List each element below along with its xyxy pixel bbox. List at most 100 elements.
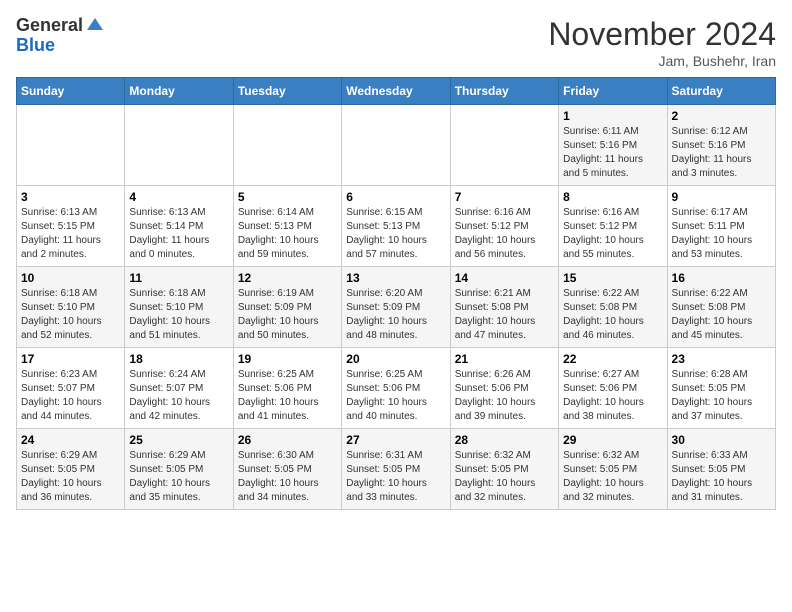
day-info: Sunrise: 6:21 AM Sunset: 5:08 PM Dayligh… (455, 287, 554, 343)
day-number: 22 (563, 352, 662, 366)
day-number: 26 (238, 433, 337, 447)
calendar-cell: 23Sunrise: 6:28 AM Sunset: 5:05 PM Dayli… (667, 348, 775, 429)
day-info: Sunrise: 6:29 AM Sunset: 5:05 PM Dayligh… (21, 449, 120, 505)
weekday-header-sunday: Sunday (17, 78, 125, 105)
calendar-cell: 16 Sunrise: 6:22 AM Sunset: 5:08 PM Dayli… (667, 267, 775, 348)
logo-icon (85, 16, 105, 36)
week-row-5: 24 Sunrise: 6:29 AM Sunset: 5:05 PM Dayli… (17, 429, 776, 510)
calendar-cell: 4 Sunrise: 6:13 AM Sunset: 5:14 PM Daylig… (125, 186, 233, 267)
calendar-cell: 26 Sunrise: 6:30 AM Sunset: 5:05 PM Dayli… (233, 429, 341, 510)
calendar-cell: 29Sunrise: 6:32 AM Sunset: 5:05 PM Dayli… (559, 429, 667, 510)
day-number: 27 (346, 433, 445, 447)
day-number: 16 (672, 271, 771, 285)
day-info: Sunrise: 6:33 AM Sunset: 5:05 PM Dayligh… (672, 449, 771, 505)
day-info: Sunrise: 6:11 AM Sunset: 5:16 PM Dayligh… (563, 125, 662, 181)
calendar-cell: 12 Sunrise: 6:19 AM Sunset: 5:09 PM Dayli… (233, 267, 341, 348)
week-row-1: 1Sunrise: 6:11 AM Sunset: 5:16 PM Daylig… (17, 105, 776, 186)
calendar-cell: 21 Sunrise: 6:26 AM Sunset: 5:06 PM Dayli… (450, 348, 558, 429)
day-info: Sunrise: 6:16 AM Sunset: 5:12 PM Dayligh… (563, 206, 662, 262)
day-info: Sunrise: 6:19 AM Sunset: 5:09 PM Dayligh… (238, 287, 337, 343)
location: Jam, Bushehr, Iran (548, 53, 776, 69)
day-info: Sunrise: 6:18 AM Sunset: 5:10 PM Dayligh… (21, 287, 120, 343)
calendar-cell: 11 Sunrise: 6:18 AM Sunset: 5:10 PM Dayli… (125, 267, 233, 348)
day-info: Sunrise: 6:29 AM Sunset: 5:05 PM Dayligh… (129, 449, 228, 505)
calendar-cell: 18 Sunrise: 6:24 AM Sunset: 5:07 PM Dayli… (125, 348, 233, 429)
day-number: 20 (346, 352, 445, 366)
calendar-cell: 25 Sunrise: 6:29 AM Sunset: 5:05 PM Dayli… (125, 429, 233, 510)
day-info: Sunrise: 6:22 AM Sunset: 5:08 PM Dayligh… (672, 287, 771, 343)
calendar-cell: 3Sunrise: 6:13 AM Sunset: 5:15 PM Daylig… (17, 186, 125, 267)
day-number: 30 (672, 433, 771, 447)
day-info: Sunrise: 6:22 AM Sunset: 5:08 PM Dayligh… (563, 287, 662, 343)
day-info: Sunrise: 6:24 AM Sunset: 5:07 PM Dayligh… (129, 368, 228, 424)
day-info: Sunrise: 6:20 AM Sunset: 5:09 PM Dayligh… (346, 287, 445, 343)
day-info: Sunrise: 6:13 AM Sunset: 5:14 PM Dayligh… (129, 206, 228, 262)
calendar-cell (342, 105, 450, 186)
calendar-cell: 20 Sunrise: 6:25 AM Sunset: 5:06 PM Dayli… (342, 348, 450, 429)
calendar-cell: 13 Sunrise: 6:20 AM Sunset: 5:09 PM Dayli… (342, 267, 450, 348)
calendar-cell: 15Sunrise: 6:22 AM Sunset: 5:08 PM Dayli… (559, 267, 667, 348)
day-info: Sunrise: 6:14 AM Sunset: 5:13 PM Dayligh… (238, 206, 337, 262)
week-row-4: 17Sunrise: 6:23 AM Sunset: 5:07 PM Dayli… (17, 348, 776, 429)
day-info: Sunrise: 6:13 AM Sunset: 5:15 PM Dayligh… (21, 206, 120, 262)
day-info: Sunrise: 6:32 AM Sunset: 5:05 PM Dayligh… (455, 449, 554, 505)
calendar-cell: 17Sunrise: 6:23 AM Sunset: 5:07 PM Dayli… (17, 348, 125, 429)
week-row-3: 10 Sunrise: 6:18 AM Sunset: 5:10 PM Dayli… (17, 267, 776, 348)
calendar-cell: 14 Sunrise: 6:21 AM Sunset: 5:08 PM Dayli… (450, 267, 558, 348)
weekday-header-wednesday: Wednesday (342, 78, 450, 105)
day-info: Sunrise: 6:15 AM Sunset: 5:13 PM Dayligh… (346, 206, 445, 262)
calendar-cell: 1Sunrise: 6:11 AM Sunset: 5:16 PM Daylig… (559, 105, 667, 186)
calendar-cell (450, 105, 558, 186)
day-info: Sunrise: 6:30 AM Sunset: 5:05 PM Dayligh… (238, 449, 337, 505)
day-number: 12 (238, 271, 337, 285)
calendar-cell: 19 Sunrise: 6:25 AM Sunset: 5:06 PM Dayli… (233, 348, 341, 429)
day-number: 18 (129, 352, 228, 366)
weekday-header-thursday: Thursday (450, 78, 558, 105)
day-number: 5 (238, 190, 337, 204)
calendar-cell: 5 Sunrise: 6:14 AM Sunset: 5:13 PM Daylig… (233, 186, 341, 267)
weekday-header-monday: Monday (125, 78, 233, 105)
page-header: General Blue November 2024 Jam, Bushehr,… (16, 16, 776, 69)
day-info: Sunrise: 6:31 AM Sunset: 5:05 PM Dayligh… (346, 449, 445, 505)
day-number: 9 (672, 190, 771, 204)
weekday-header-saturday: Saturday (667, 78, 775, 105)
logo-general: General (16, 16, 83, 36)
day-info: Sunrise: 6:32 AM Sunset: 5:05 PM Dayligh… (563, 449, 662, 505)
day-info: Sunrise: 6:12 AM Sunset: 5:16 PM Dayligh… (672, 125, 771, 181)
day-number: 25 (129, 433, 228, 447)
weekday-header-friday: Friday (559, 78, 667, 105)
day-number: 13 (346, 271, 445, 285)
day-info: Sunrise: 6:28 AM Sunset: 5:05 PM Dayligh… (672, 368, 771, 424)
day-number: 24 (21, 433, 120, 447)
day-number: 11 (129, 271, 228, 285)
calendar-cell: 7Sunrise: 6:16 AM Sunset: 5:12 PM Daylig… (450, 186, 558, 267)
day-number: 2 (672, 109, 771, 123)
day-info: Sunrise: 6:26 AM Sunset: 5:06 PM Dayligh… (455, 368, 554, 424)
day-number: 19 (238, 352, 337, 366)
day-info: Sunrise: 6:18 AM Sunset: 5:10 PM Dayligh… (129, 287, 228, 343)
day-number: 28 (455, 433, 554, 447)
calendar-table: SundayMondayTuesdayWednesdayThursdayFrid… (16, 77, 776, 510)
calendar-cell (17, 105, 125, 186)
day-number: 4 (129, 190, 228, 204)
day-number: 14 (455, 271, 554, 285)
day-number: 10 (21, 271, 120, 285)
day-info: Sunrise: 6:27 AM Sunset: 5:06 PM Dayligh… (563, 368, 662, 424)
weekday-header-tuesday: Tuesday (233, 78, 341, 105)
calendar-cell: 6 Sunrise: 6:15 AM Sunset: 5:13 PM Daylig… (342, 186, 450, 267)
day-info: Sunrise: 6:17 AM Sunset: 5:11 PM Dayligh… (672, 206, 771, 262)
logo-blue: Blue (16, 35, 55, 55)
day-number: 21 (455, 352, 554, 366)
calendar-cell: 24 Sunrise: 6:29 AM Sunset: 5:05 PM Dayli… (17, 429, 125, 510)
calendar-cell: 9 Sunrise: 6:17 AM Sunset: 5:11 PM Daylig… (667, 186, 775, 267)
calendar-cell: 22 Sunrise: 6:27 AM Sunset: 5:06 PM Dayli… (559, 348, 667, 429)
day-number: 6 (346, 190, 445, 204)
calendar-cell: 2 Sunrise: 6:12 AM Sunset: 5:16 PM Daylig… (667, 105, 775, 186)
day-info: Sunrise: 6:25 AM Sunset: 5:06 PM Dayligh… (346, 368, 445, 424)
day-number: 17 (21, 352, 120, 366)
calendar-cell (125, 105, 233, 186)
calendar-cell: 8Sunrise: 6:16 AM Sunset: 5:12 PM Daylig… (559, 186, 667, 267)
weekday-header-row: SundayMondayTuesdayWednesdayThursdayFrid… (17, 78, 776, 105)
calendar-cell: 30 Sunrise: 6:33 AM Sunset: 5:05 PM Dayli… (667, 429, 775, 510)
day-info: Sunrise: 6:25 AM Sunset: 5:06 PM Dayligh… (238, 368, 337, 424)
